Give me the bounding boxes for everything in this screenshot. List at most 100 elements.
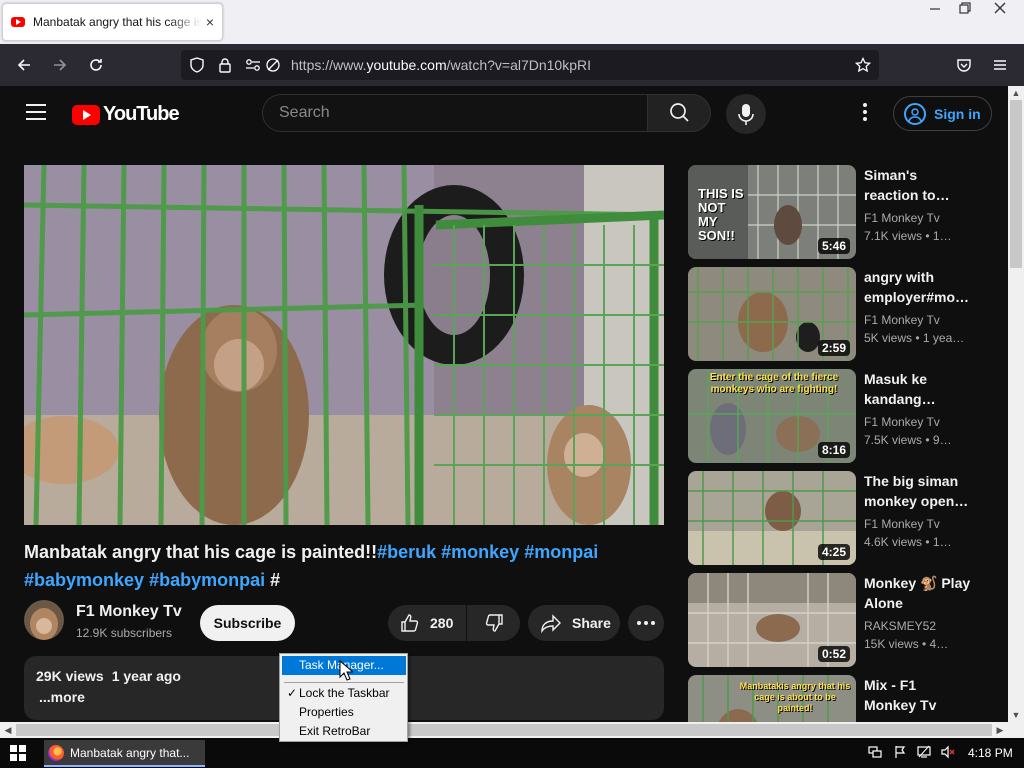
reload-icon[interactable] [82, 52, 110, 78]
recommended-title[interactable]: angry with employer#mo… [864, 267, 972, 307]
tab-close-icon[interactable]: × [206, 14, 214, 30]
recommended-channel[interactable]: F1 Monkey Tv [864, 517, 940, 531]
network-tray-icon[interactable] [867, 745, 883, 761]
taskbar-clock[interactable]: 4:18 PM [968, 746, 1013, 760]
search-input[interactable] [262, 94, 648, 132]
video-thumbnail[interactable]: 0:52 [688, 573, 856, 667]
recommended-title[interactable]: Mix - F1 Monkey Tv [864, 675, 972, 715]
url-domain: youtube.com [366, 57, 447, 73]
settings-kebab-icon[interactable] [858, 103, 872, 125]
recommended-mix[interactable]: Manbatakis angry that his cage is about … [688, 675, 988, 722]
nav-bar: https://www.youtube.com/watch?v=al7Dn10k… [0, 44, 1024, 86]
recommended-video[interactable]: 0:52 Monkey 🐒 Play Alone RAKSMEY52 15K v… [688, 573, 988, 667]
autoplay-blocked-icon[interactable] [265, 57, 281, 73]
horizontal-scrollbar[interactable]: ◀ ▶ [0, 722, 1008, 738]
sign-in-button[interactable]: Sign in [893, 96, 992, 131]
recommended-title[interactable]: The big siman monkey open… [864, 471, 972, 511]
bookmark-star-icon[interactable] [855, 57, 871, 73]
upload-age: 1 year ago [111, 668, 181, 684]
scroll-up-icon[interactable]: ▲ [1008, 86, 1024, 100]
scroll-right-icon[interactable]: ▶ [992, 722, 1008, 738]
tab-strip: Manbatak angry that his cage is painted!… [0, 0, 1024, 44]
view-count: 29K views [36, 668, 104, 684]
hashtag-link[interactable]: #babymonpai [149, 570, 265, 590]
display-tray-icon[interactable] [916, 745, 932, 761]
channel-name[interactable]: F1 Monkey Tv [76, 603, 182, 621]
more-horizontal-icon [637, 621, 655, 625]
duration-badge: 0:52 [817, 646, 850, 662]
share-button[interactable]: Share [528, 605, 620, 641]
recommended-title[interactable]: Monkey 🐒 Play Alone [864, 573, 972, 613]
recommended-meta: 15K views • 4… [864, 637, 949, 651]
url-path: /watch?v=al7Dn10kpRI [446, 57, 592, 73]
thumbnail-caption: Enter the cage of the fierce monkeys who… [709, 372, 839, 395]
menu-item-exit-retrobar[interactable]: Exit RetroBar [282, 722, 406, 741]
subscriber-count: 12.9K subscribers [76, 626, 173, 640]
lock-icon[interactable] [217, 57, 233, 73]
like-button[interactable]: 280 [388, 605, 466, 641]
recommended-channel[interactable]: F1 Monkey Tv [864, 211, 940, 225]
recommended-title[interactable]: Masuk ke kandang… [864, 369, 972, 409]
guide-menu-icon[interactable] [26, 104, 46, 120]
url-bar[interactable]: https://www.youtube.com/watch?v=al7Dn10k… [181, 50, 879, 80]
video-thumbnail[interactable]: 2:59 [688, 267, 856, 361]
hashtag-link[interactable]: #babymonkey [24, 570, 144, 590]
recommended-video[interactable]: 4:25 The big siman monkey open… F1 Monke… [688, 471, 988, 565]
windows-start-icon[interactable] [10, 745, 26, 761]
browser-tab[interactable]: Manbatak angry that his cage is painted!… [2, 3, 223, 41]
menu-item-properties[interactable]: Properties [282, 703, 406, 722]
video-player[interactable] [24, 165, 664, 525]
hashtag-link[interactable]: #monpai [524, 542, 598, 562]
video-thumbnail[interactable]: Manbatakis angry that his cage is about … [688, 675, 856, 722]
hashtag-link[interactable]: #beruk [377, 542, 436, 562]
video-thumbnail[interactable]: Enter the cage of the fierce monkeys who… [688, 369, 856, 463]
shield-icon[interactable] [189, 57, 205, 73]
voice-search-button[interactable] [726, 94, 766, 134]
vertical-scroll-thumb[interactable] [1010, 100, 1022, 268]
tab-title: Manbatak angry that his cage is painted!… [33, 15, 202, 29]
taskbar[interactable]: Manbatak angry that... 4:18 PM [0, 738, 1024, 768]
subscribe-button[interactable]: Subscribe [200, 605, 295, 641]
horizontal-scroll-thumb[interactable] [16, 724, 992, 736]
hashtag-text: # [270, 570, 281, 590]
search-button[interactable] [647, 94, 711, 132]
video-frame-image [24, 165, 664, 525]
restore-icon[interactable] [947, 0, 983, 22]
permissions-icon[interactable] [245, 57, 261, 73]
close-window-icon[interactable] [982, 0, 1018, 22]
volume-muted-icon[interactable] [940, 745, 956, 761]
youtube-logo[interactable]: YouTube [72, 103, 180, 126]
recommended-meta: 5K views • 1 yea… [864, 331, 965, 345]
menu-item-lock-taskbar[interactable]: ✓ Lock the Taskbar [282, 684, 406, 703]
video-thumbnail[interactable]: THIS IS NOT MY SON!! 5:46 [688, 165, 856, 259]
vertical-scrollbar[interactable]: ▲ ▼ [1008, 86, 1024, 722]
recommended-meta: 4.6K views • 1… [864, 535, 952, 549]
recommended-channel[interactable]: F1 Monkey Tv [864, 415, 940, 429]
recommended-video[interactable]: THIS IS NOT MY SON!! 5:46 Siman's reacti… [688, 165, 988, 259]
recommended-meta: 7.1K views • 1… [864, 229, 952, 243]
forward-icon[interactable] [46, 52, 74, 78]
recommended-video[interactable]: 2:59 angry with employer#mo… F1 Monkey T… [688, 267, 988, 361]
video-thumbnail[interactable]: 4:25 [688, 471, 856, 565]
checkmark-icon: ✓ [287, 686, 298, 700]
pocket-icon[interactable] [950, 52, 978, 78]
scroll-left-icon[interactable]: ◀ [0, 722, 16, 738]
video-title-text: Manbatak angry that his cage is painted!… [24, 542, 378, 562]
dislike-button[interactable] [467, 605, 520, 641]
back-icon[interactable] [10, 52, 38, 78]
recommended-channel[interactable]: RAKSMEY52 [864, 619, 936, 633]
recommended-channel[interactable]: F1 Monkey Tv [864, 313, 940, 327]
flag-tray-icon[interactable] [892, 745, 908, 761]
recommended-video[interactable]: Enter the cage of the fierce monkeys who… [688, 369, 988, 463]
taskbar-firefox-item[interactable]: Manbatak angry that... [44, 740, 205, 767]
channel-avatar[interactable] [24, 600, 64, 640]
url-text[interactable]: https://www.youtube.com/watch?v=al7Dn10k… [291, 57, 591, 73]
firefox-icon [48, 744, 64, 761]
mouse-pointer-icon [339, 660, 353, 681]
more-actions-button[interactable] [628, 605, 664, 641]
hashtag-link[interactable]: #monkey [441, 542, 519, 562]
hamburger-menu-icon[interactable] [986, 52, 1014, 78]
scroll-down-icon[interactable]: ▼ [1008, 708, 1024, 722]
recommended-title[interactable]: Siman's reaction to… [864, 165, 972, 205]
youtube-favicon-icon [11, 17, 25, 27]
